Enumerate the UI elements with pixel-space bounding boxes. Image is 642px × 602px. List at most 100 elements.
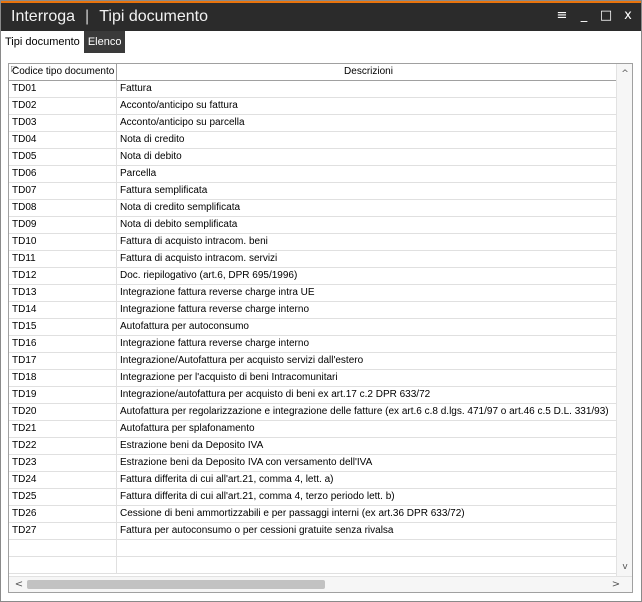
cell-description: Acconto/anticipo su fattura (120, 100, 238, 111)
cell-code: TD25 (9, 489, 117, 505)
empty-cell (9, 557, 117, 573)
cell-code: TD07 (9, 183, 117, 199)
scroll-down-icon[interactable]: v (617, 559, 632, 575)
cell-code: TD05 (9, 149, 117, 165)
table-row[interactable]: TD27 Fattura per autoconsumo o per cessio… (9, 523, 617, 540)
cell-code: TD26 (9, 506, 117, 522)
table-row[interactable]: TD19 Integrazione/autofattura per acquist… (9, 387, 617, 404)
cell-code: TD01 (9, 81, 117, 97)
table-row[interactable]: TD18 Integrazione per l'acquisto di beni … (9, 370, 617, 387)
table-row[interactable]: TD22 Estrazione beni da Deposito IVA (9, 438, 617, 455)
cell-code: TD08 (9, 200, 117, 216)
maximize-icon[interactable]: □ (599, 7, 613, 25)
table-row[interactable]: TD11 Fattura di acquisto intracom. serviz… (9, 251, 617, 268)
cell-description: Integrazione/autofattura per acquisto di… (120, 389, 431, 400)
close-icon[interactable]: x (621, 7, 635, 25)
table-row[interactable]: TD01 Fattura (9, 81, 617, 98)
cell-code: TD27 (9, 523, 117, 539)
table-row[interactable]: TD12 Doc. riepilogativo (art.6, DPR 695/1… (9, 268, 617, 285)
table-row[interactable]: TD06 Parcella (9, 166, 617, 183)
table-row[interactable]: TD13 Integrazione fattura reverse charge … (9, 285, 617, 302)
horizontal-scrollbar[interactable]: < > (9, 576, 632, 592)
cell-description: Autofattura per splafonamento (120, 423, 255, 434)
title-separator: | (85, 8, 90, 25)
cell-code: TD06 (9, 166, 117, 182)
tab-tipi-documento[interactable]: Tipi documento (1, 31, 84, 53)
table-row[interactable]: TD14 Integrazione fattura reverse charge … (9, 302, 617, 319)
cell-description: Nota di credito (120, 134, 185, 145)
column-header-description[interactable]: Descrizioni (117, 64, 617, 80)
cell-description: Estrazione beni da Deposito IVA (120, 440, 264, 451)
tab-elenco[interactable]: Elenco (83, 31, 126, 53)
empty-cell (117, 557, 617, 573)
table-row[interactable]: TD20 Autofattura per regolarizzazione e i… (9, 404, 617, 421)
cell-code: TD13 (9, 285, 117, 301)
cell-code: TD09 (9, 217, 117, 233)
table-row[interactable]: TD09 Nota di debito semplificata (9, 217, 617, 234)
cell-code: TD12 (9, 268, 117, 284)
table-row[interactable]: TD25 Fattura differita di cui all'art.21,… (9, 489, 617, 506)
cell-description: Autofattura per autoconsumo (120, 321, 249, 332)
cell-code: TD02 (9, 98, 117, 114)
table-row[interactable]: TD08 Nota di credito semplificata (9, 200, 617, 217)
cell-code: TD23 (9, 455, 117, 471)
cell-description: Fattura di acquisto intracom. beni (120, 236, 268, 247)
cell-code: TD21 (9, 421, 117, 437)
table-row[interactable]: TD15 Autofattura per autoconsumo (9, 319, 617, 336)
table-row[interactable]: TD23 Estrazione beni da Deposito IVA con … (9, 455, 617, 472)
cell-description: Fattura semplificata (120, 185, 208, 196)
cell-code: TD24 (9, 472, 117, 488)
cell-description: Integrazione fattura reverse charge inte… (120, 338, 309, 349)
table-row[interactable]: TD17 Integrazione/Autofattura per acquist… (9, 353, 617, 370)
cell-code: TD16 (9, 336, 117, 352)
scroll-up-icon[interactable]: ^ (617, 66, 632, 82)
empty-row (9, 540, 617, 557)
cell-code: TD11 (9, 251, 117, 267)
grid-body: TD01 Fattura TD02 Acconto/anticipo su fattu… (9, 81, 617, 574)
empty-cell (117, 540, 617, 556)
cell-description: Integrazione fattura reverse charge intr… (120, 287, 315, 298)
cell-description: Integrazione fattura reverse charge inte… (120, 304, 309, 315)
cell-code: TD15 (9, 319, 117, 335)
minimize-icon[interactable]: _ (577, 7, 591, 25)
cell-description: Parcella (120, 168, 157, 179)
vertical-scrollbar[interactable]: ^ v (616, 64, 632, 577)
table-row[interactable]: TD05 Nota di debito (9, 149, 617, 166)
scroll-right-icon[interactable]: > (608, 577, 624, 592)
table-row[interactable]: TD16 Integrazione fattura reverse charge … (9, 336, 617, 353)
cell-code: TD17 (9, 353, 117, 369)
data-grid[interactable]: ◸ Codice tipo documento Descrizioni TD01… (8, 63, 633, 593)
table-row[interactable]: TD02 Acconto/anticipo su fattura (9, 98, 617, 115)
cell-description: Nota di debito (120, 151, 182, 162)
menu-icon[interactable]: ≡ (555, 7, 569, 25)
cell-description: Nota di credito semplificata (120, 202, 241, 213)
table-row[interactable]: TD24 Fattura differita di cui all'art.21,… (9, 472, 617, 489)
cell-code: TD10 (9, 234, 117, 250)
cell-code: TD18 (9, 370, 117, 386)
cell-description: Fattura differita di cui all'art.21, com… (120, 474, 334, 485)
cell-code: TD14 (9, 302, 117, 318)
cell-code: TD20 (9, 404, 117, 420)
table-row[interactable]: TD04 Nota di credito (9, 132, 617, 149)
cell-description: Fattura per autoconsumo o per cessioni g… (120, 525, 394, 536)
cell-description: Autofattura per regolarizzazione e integ… (120, 406, 609, 417)
cell-description: Fattura (120, 83, 152, 94)
empty-row (9, 557, 617, 574)
cell-description: Nota di debito semplificata (120, 219, 238, 230)
cell-description: Fattura di acquisto intracom. servizi (120, 253, 278, 264)
cell-description: Estrazione beni da Deposito IVA con vers… (120, 457, 373, 468)
horizontal-scroll-thumb[interactable] (27, 580, 325, 589)
scroll-left-icon[interactable]: < (11, 577, 27, 592)
cell-description: Cessione di beni ammortizzabili e per pa… (120, 508, 465, 519)
cell-description: Fattura differita di cui all'art.21, com… (120, 491, 395, 502)
table-row[interactable]: TD21 Autofattura per splafonamento (9, 421, 617, 438)
table-row[interactable]: TD26 Cessione di beni ammortizzabili e pe… (9, 506, 617, 523)
table-row[interactable]: TD07 Fattura semplificata (9, 183, 617, 200)
empty-cell (9, 540, 117, 556)
cell-description: Integrazione per l'acquisto di beni Intr… (120, 372, 338, 383)
table-row[interactable]: TD03 Acconto/anticipo su parcella (9, 115, 617, 132)
table-row[interactable]: TD10 Fattura di acquisto intracom. beni (9, 234, 617, 251)
column-header-code[interactable]: Codice tipo documento (9, 64, 117, 80)
page-title: Tipi documento (99, 8, 208, 25)
window-controls: ≡ _ □ x (555, 7, 635, 25)
